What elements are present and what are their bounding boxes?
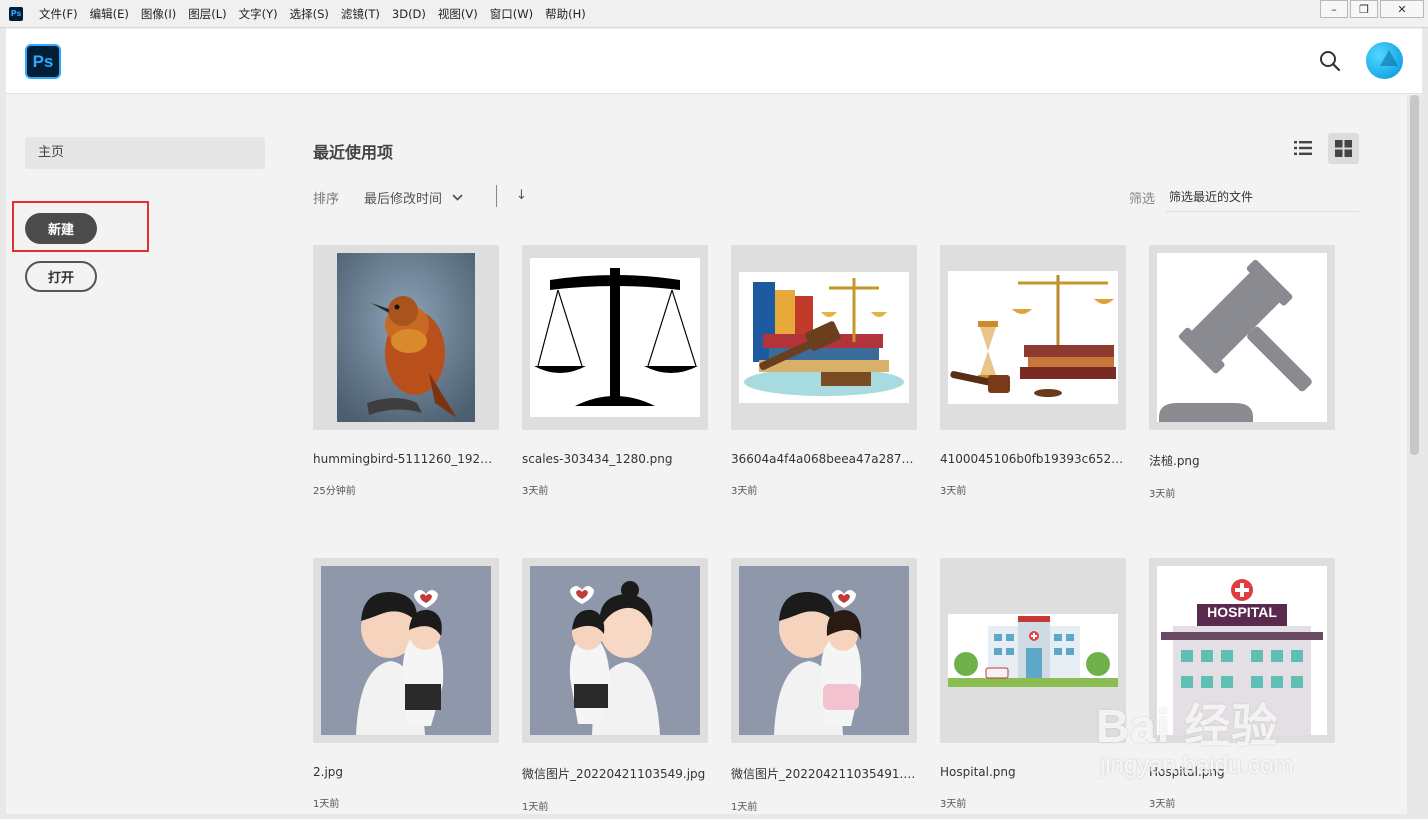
file-name: 2.jpg (313, 765, 344, 779)
file-name: hummingbird-5111260_1920.jpg (313, 452, 499, 466)
file-card[interactable]: 法槌.png 3天前 (1149, 245, 1335, 500)
father-child-thumbnail-art (321, 566, 491, 735)
file-time: 25分钟前 (313, 486, 356, 497)
file-name: 4100045106b0fb19393c652b409c... (940, 452, 1126, 466)
hospital-thumbnail-art (948, 614, 1118, 687)
minimize-button[interactable]: – (1320, 0, 1348, 18)
file-time: 3天前 (1149, 489, 1176, 500)
sort-dropdown[interactable]: 最后修改时间 (364, 188, 463, 207)
file-thumbnail[interactable] (731, 558, 917, 743)
file-thumbnail[interactable] (731, 245, 917, 430)
open-button[interactable]: 打开 (25, 261, 97, 292)
file-time: 3天前 (731, 486, 758, 497)
recent-title: 最近使用项 (313, 143, 394, 162)
menu-help[interactable]: 帮助(H) (539, 0, 592, 28)
menu-type[interactable]: 文字(Y) (233, 0, 284, 28)
file-time: 1天前 (731, 802, 758, 813)
chevron-down-icon (452, 194, 463, 201)
menu-3d[interactable]: 3D(D) (386, 0, 432, 28)
file-time: 3天前 (940, 799, 967, 810)
file-time: 1天前 (313, 799, 340, 810)
avatar[interactable] (1366, 42, 1403, 79)
gavel-thumbnail-art (1157, 253, 1327, 422)
photoshop-app-icon: Ps (9, 6, 23, 21)
filter-label: 筛选 (1129, 192, 1156, 207)
father-daughter-thumbnail-art (739, 566, 909, 735)
file-card[interactable]: 2.jpg 1天前 (313, 558, 499, 810)
watermark-logo: Bai 经验 (1096, 700, 1279, 752)
file-time: 1天前 (522, 802, 549, 813)
hospital-sign-text: HOSPITAL (1207, 604, 1277, 620)
menu-layer[interactable]: 图层(L) (182, 0, 232, 28)
file-card[interactable]: 36604a4f4a068beea47a2872734... 3天前 (731, 245, 917, 497)
list-view-icon (1294, 141, 1312, 155)
app-header: Ps (6, 29, 1422, 94)
file-card[interactable]: Hospital.png 3天前 (940, 558, 1126, 810)
menu-image[interactable]: 图像(I) (135, 0, 182, 28)
hummingbird-thumbnail-art (337, 253, 475, 422)
file-name: 法槌.png (1149, 454, 1200, 468)
file-card[interactable]: 微信图片_20220421103549.jpg 1天前 (522, 558, 708, 813)
file-thumbnail[interactable] (313, 558, 499, 743)
file-thumbnail[interactable] (1149, 245, 1335, 430)
file-card[interactable]: hummingbird-5111260_1920.jpg 25分钟前 (313, 245, 499, 497)
file-name: 微信图片_20220421103549.jpg (522, 767, 706, 781)
new-button[interactable]: 新建 (25, 213, 97, 244)
filter-input[interactable] (1166, 183, 1359, 212)
file-time: 3天前 (1149, 799, 1176, 810)
file-thumbnail[interactable] (940, 245, 1126, 430)
sort-dropdown-value: 最后修改时间 (364, 192, 443, 207)
file-name: Hospital.png (940, 765, 1016, 779)
menu-view[interactable]: 视图(V) (432, 0, 484, 28)
file-card[interactable]: 4100045106b0fb19393c652b409c... 3天前 (940, 245, 1126, 497)
file-name: 36604a4f4a068beea47a2872734... (731, 452, 917, 466)
menu-bar: Ps 文件(F) 编辑(E) 图像(I) 图层(L) 文字(Y) 选择(S) 滤… (0, 0, 1428, 28)
mother-child-thumbnail-art (530, 566, 700, 735)
menu-select[interactable]: 选择(S) (284, 0, 335, 28)
file-card[interactable]: 微信图片_202204211035491.jpg 1天前 (731, 558, 917, 813)
close-button[interactable]: ✕ (1380, 0, 1424, 18)
sort-direction-button[interactable]: ↓ (516, 188, 527, 203)
menu-window[interactable]: 窗口(W) (484, 0, 539, 28)
menu-edit[interactable]: 编辑(E) (84, 0, 135, 28)
file-thumbnail[interactable] (522, 245, 708, 430)
scrollbar-thumb[interactable] (1410, 95, 1419, 455)
menu-file[interactable]: 文件(F) (33, 0, 84, 28)
watermark-url: jingyan.baidu.com (1100, 752, 1294, 779)
sort-label: 排序 (313, 192, 340, 207)
photoshop-logo[interactable]: Ps (25, 44, 61, 79)
restore-button[interactable]: ❐ (1350, 0, 1378, 18)
list-view-button[interactable] (1288, 133, 1318, 163)
file-name: scales-303434_1280.png (522, 452, 673, 466)
search-icon[interactable] (1319, 50, 1341, 72)
file-card[interactable]: scales-303434_1280.png 3天前 (522, 245, 708, 497)
vertical-scrollbar[interactable] (1407, 95, 1422, 814)
file-time: 3天前 (940, 486, 967, 497)
scales-books-thumbnail-art (948, 271, 1118, 404)
window-controls: – ❐ ✕ (1320, 0, 1424, 22)
grid-view-button[interactable] (1328, 133, 1359, 164)
sidebar-item-home[interactable]: 主页 (25, 137, 265, 169)
scales-thumbnail-art (530, 258, 700, 417)
file-thumbnail[interactable] (313, 245, 499, 430)
menu-filter[interactable]: 滤镜(T) (335, 0, 386, 28)
file-name: 微信图片_202204211035491.jpg (731, 767, 917, 781)
sort-divider (496, 185, 497, 207)
file-time: 3天前 (522, 486, 549, 497)
grid-view-icon (1335, 140, 1352, 157)
file-thumbnail[interactable] (522, 558, 708, 743)
law-books-thumbnail-art (739, 272, 909, 403)
